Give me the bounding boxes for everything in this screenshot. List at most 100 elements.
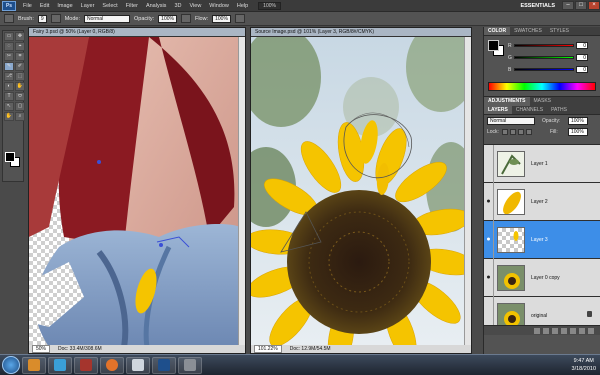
start-button[interactable]	[2, 356, 20, 374]
mode-select[interactable]: Normal	[83, 14, 130, 23]
zoom-field[interactable]: 50%	[32, 345, 51, 353]
lock-transparency-icon[interactable]	[502, 129, 508, 135]
menu-edit[interactable]: Edit	[36, 3, 53, 9]
blend-mode-select[interactable]: Normal	[487, 117, 535, 125]
tab-adjustments[interactable]: ADJUSTMENTS	[484, 97, 530, 106]
pressure-opacity-icon[interactable]	[180, 14, 191, 23]
blue-value-field[interactable]: 0	[576, 66, 588, 73]
app-icon	[80, 359, 92, 371]
brush-tool-icon[interactable]	[4, 14, 14, 23]
foreground-color-swatch[interactable]	[488, 40, 499, 51]
maximize-button[interactable]: □	[575, 1, 587, 10]
add-mask-icon[interactable]	[552, 327, 558, 334]
taskbar-photoshop[interactable]	[152, 356, 176, 374]
layer-style-icon[interactable]	[543, 327, 549, 334]
flow-field[interactable]: 100%	[212, 14, 231, 23]
mode-label: Mode:	[64, 15, 80, 22]
document-tab-source[interactable]: Source Image.psd @ 101% (Layer 3, RGB/8#…	[251, 28, 471, 37]
red-slider[interactable]	[514, 44, 574, 47]
move-tool-icon[interactable]: ✥	[15, 32, 25, 41]
layer-row-layer-1[interactable]: Layer 1	[484, 144, 600, 183]
menu-layer[interactable]: Layer	[77, 3, 99, 9]
pencil-tool-icon[interactable]: ✐	[15, 62, 25, 71]
tab-styles[interactable]: STYLES	[546, 27, 573, 35]
taskbar-app-3[interactable]	[74, 356, 98, 374]
brush-tool-button[interactable]: ✎	[4, 62, 14, 71]
lasso-tool-icon[interactable]: ◌	[4, 42, 14, 51]
green-value-field[interactable]: 0	[576, 54, 588, 61]
slice-tool-icon[interactable]: ⌗	[15, 52, 25, 61]
taskbar-app-4[interactable]	[100, 356, 124, 374]
tab-color[interactable]: COLOR	[484, 27, 511, 35]
menu-3d[interactable]: 3D	[170, 3, 185, 9]
layer-row-layer-0-copy[interactable]: ● Layer 0 copy	[484, 258, 600, 297]
lock-all-icon[interactable]	[526, 129, 532, 135]
menu-window[interactable]: Window	[205, 3, 233, 9]
menu-select[interactable]: Select	[98, 3, 121, 9]
color-spectrum-ramp[interactable]	[488, 82, 596, 91]
crop-tool-icon[interactable]: ✂	[4, 52, 14, 61]
workspace-switcher[interactable]: ESSENTIALS	[514, 3, 561, 9]
close-button[interactable]: ×	[588, 1, 600, 10]
shape-tool-icon[interactable]: ▢	[15, 102, 25, 111]
menu-analysis[interactable]: Analysis	[142, 3, 170, 9]
adjustment-layer-icon[interactable]	[561, 327, 567, 334]
menu-image[interactable]: Image	[53, 3, 76, 9]
vertical-scrollbar[interactable]	[464, 37, 471, 345]
new-layer-icon[interactable]	[579, 327, 585, 334]
layer-row-layer-2[interactable]: ● Layer 2	[484, 182, 600, 221]
system-clock[interactable]: 9:47 AM 3/18/2010	[572, 357, 596, 373]
pen-tool-icon[interactable]: ⬭	[15, 92, 25, 101]
hand-tool-icon[interactable]: ✋	[4, 112, 14, 121]
opacity-field[interactable]: 100%	[158, 14, 177, 23]
zoom-tool-icon[interactable]: ⌕	[15, 112, 25, 121]
taskbar-app-5[interactable]	[126, 356, 150, 374]
zoom-field[interactable]: 101.22%	[254, 345, 282, 353]
zoom-level-select[interactable]: 100%	[258, 1, 281, 10]
marquee-tool-icon[interactable]: ▭	[4, 32, 14, 41]
taskbar-app-2[interactable]	[48, 356, 72, 374]
tab-layers[interactable]: LAYERS	[484, 106, 512, 114]
menu-file[interactable]: File	[19, 3, 36, 9]
link-layers-icon[interactable]	[534, 327, 540, 334]
foreground-color-swatch[interactable]	[5, 152, 15, 162]
menu-help[interactable]: Help	[233, 3, 252, 9]
eye-icon[interactable]: ●	[484, 258, 494, 297]
fill-field[interactable]: 100%	[568, 128, 588, 136]
canvas-source[interactable]	[251, 37, 464, 345]
visibility-toggle[interactable]	[484, 144, 494, 183]
blue-slider[interactable]	[514, 68, 574, 71]
brush-panel-toggle-icon[interactable]	[50, 14, 61, 23]
taskbar-app-7[interactable]	[178, 356, 202, 374]
tab-swatches[interactable]: SWATCHES	[510, 27, 546, 35]
canvas-fairy[interactable]	[29, 37, 238, 345]
eye-icon[interactable]: ●	[484, 220, 494, 259]
taskbar-app-1[interactable]	[22, 356, 46, 374]
new-group-icon[interactable]	[570, 327, 576, 334]
layer-opacity-field[interactable]: 100%	[568, 117, 588, 125]
path-select-tool-icon[interactable]: ↖	[4, 102, 14, 111]
minimize-button[interactable]: –	[562, 1, 574, 10]
clone-stamp-tool-icon[interactable]: ⎇	[4, 72, 14, 81]
document-tab-fairy[interactable]: Fairy 3.psd @ 50% (Layer 0, RGB/8)	[29, 28, 245, 37]
green-slider[interactable]	[514, 56, 574, 59]
eye-icon[interactable]: ●	[484, 182, 494, 221]
menu-view[interactable]: View	[185, 3, 205, 9]
vertical-scrollbar[interactable]	[238, 37, 245, 345]
layer-row-layer-3[interactable]: ● Layer 3	[484, 220, 600, 259]
eraser-tool-icon[interactable]: ⬚	[15, 72, 25, 81]
lock-pixels-icon[interactable]	[510, 129, 516, 135]
brush-size-picker[interactable]: 9	[37, 14, 47, 23]
tab-masks[interactable]: MASKS	[530, 97, 556, 106]
menu-filter[interactable]: Filter	[122, 3, 142, 9]
trash-icon[interactable]	[588, 327, 594, 334]
quick-select-tool-icon[interactable]: ⌖	[15, 42, 25, 51]
airbrush-icon[interactable]	[234, 14, 245, 23]
lock-position-icon[interactable]	[518, 129, 524, 135]
tab-paths[interactable]: PATHS	[547, 106, 571, 114]
tab-channels[interactable]: CHANNELS	[512, 106, 547, 114]
dodge-tool-icon[interactable]: ◐	[4, 82, 14, 91]
red-value-field[interactable]: 0	[576, 42, 588, 49]
type-tool-icon[interactable]: T	[4, 92, 14, 101]
blur-tool-icon[interactable]: ✋	[15, 82, 25, 91]
